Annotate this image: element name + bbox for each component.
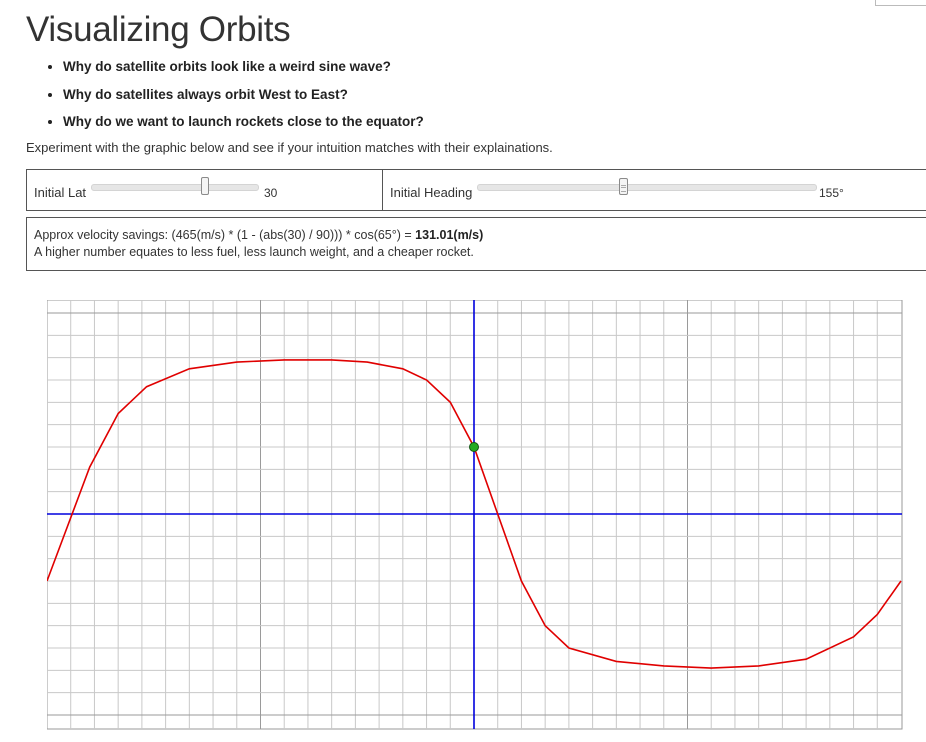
controls-divider [382, 170, 383, 210]
intro-text: Experiment with the graphic below and se… [26, 140, 553, 155]
latitude-slider[interactable] [91, 177, 259, 195]
heading-slider-thumb[interactable] [618, 178, 628, 195]
window-corner [875, 0, 926, 6]
question-item: Why do satellite orbits look like a weir… [63, 58, 424, 86]
grip-icon [620, 185, 626, 192]
page-title: Visualizing Orbits [26, 10, 291, 49]
heading-slider[interactable] [477, 178, 817, 195]
heading-label: Initial Heading [390, 185, 473, 200]
velocity-result: 131.01(m/s) [415, 228, 484, 242]
latitude-label: Initial Lat [34, 185, 87, 200]
question-item: Why do we want to launch rockets close t… [63, 113, 424, 141]
launch-point-marker[interactable] [469, 442, 479, 452]
velocity-note: A higher number equates to less fuel, le… [34, 245, 474, 259]
velocity-info-box: Approx velocity savings: (465(m/s) * (1 … [26, 217, 926, 271]
velocity-formula: Approx velocity savings: (465(m/s) * (1 … [34, 227, 926, 244]
formula-text: Approx velocity savings: (465(m/s) * (1 … [34, 228, 416, 242]
orbit-plot[interactable] [47, 300, 903, 730]
latitude-slider-thumb[interactable] [200, 177, 209, 195]
latitude-value: 30 [264, 186, 278, 200]
question-list: Why do satellite orbits look like a weir… [45, 58, 424, 141]
heading-value: 155° [819, 186, 844, 200]
question-item: Why do satellites always orbit West to E… [63, 86, 424, 114]
controls-bar: Initial Lat 30 Initial Heading 155° [26, 169, 926, 211]
